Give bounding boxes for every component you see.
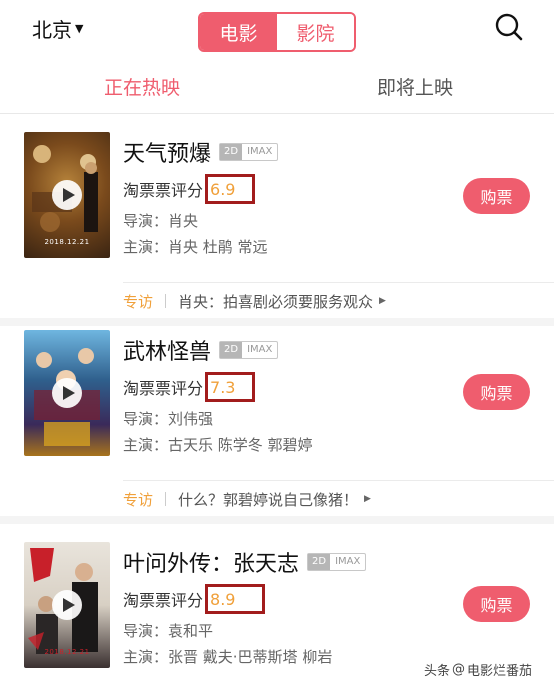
interview-tag: 专访 bbox=[123, 292, 154, 311]
separator bbox=[165, 492, 167, 506]
watermark-at: @ bbox=[452, 662, 466, 677]
watermark-prefix: 头条 bbox=[424, 664, 451, 679]
interview-link[interactable]: 专访 什么？郭碧婷说自己像猪！ ▶ bbox=[123, 486, 543, 512]
cast-names: 古天乐 陈学冬 郭碧婷 bbox=[168, 436, 313, 454]
play-icon[interactable] bbox=[52, 590, 82, 620]
director-name: 袁和平 bbox=[168, 622, 214, 640]
watermark: 头条 @ 电影烂番茄 bbox=[424, 660, 532, 679]
interview-text: 肖央：拍喜剧必须要服务观众 bbox=[178, 292, 374, 311]
buy-ticket-button[interactable]: 购票 bbox=[463, 178, 530, 214]
interview-text: 什么？郭碧婷说自己像猪！ bbox=[178, 490, 359, 509]
format-2d: 2D bbox=[308, 554, 331, 570]
score-label: 淘票票评分 bbox=[123, 379, 204, 398]
cast-row: 主演：肖央 杜鹃 常远 bbox=[123, 236, 268, 257]
director-name: 肖央 bbox=[168, 212, 199, 230]
score-highlight: 7.3 bbox=[205, 372, 256, 402]
play-icon[interactable] bbox=[52, 180, 82, 210]
cast-label: 主演： bbox=[123, 436, 169, 454]
score-highlight: 6.9 bbox=[205, 174, 256, 204]
cast-names: 肖央 杜鹃 常远 bbox=[168, 238, 268, 256]
poster-date: 2018.12.21 bbox=[44, 238, 90, 246]
separator bbox=[165, 294, 167, 308]
search-icon[interactable] bbox=[494, 12, 524, 42]
format-imax: IMAX bbox=[247, 146, 273, 157]
director-row: 导演：刘伟强 bbox=[123, 408, 213, 429]
watermark-name: 电影烂番茄 bbox=[467, 664, 533, 679]
movie-title[interactable]: 叶问外传：张天志 bbox=[123, 546, 299, 578]
director-row: 导演：袁和平 bbox=[123, 620, 213, 641]
director-row: 导演：肖央 bbox=[123, 210, 198, 231]
segment-movies[interactable]: 电影 bbox=[200, 14, 277, 50]
movie-item[interactable]: 2018.12.21 天气预爆 2D IMAX 淘票票评分 6.9 导演： 肖央 … bbox=[0, 132, 554, 272]
play-icon[interactable] bbox=[52, 378, 82, 408]
section-gap bbox=[0, 318, 554, 326]
divider bbox=[123, 282, 554, 283]
director-name: 刘伟强 bbox=[168, 410, 214, 428]
buy-ticket-button[interactable]: 购票 bbox=[463, 374, 530, 410]
movie-title[interactable]: 天气预爆 bbox=[123, 136, 211, 168]
cast-row: 主演：张晋 戴夫·巴蒂斯塔 柳岩 bbox=[123, 646, 332, 667]
format-2d: 2D bbox=[220, 342, 243, 358]
score-label: 淘票票评分 bbox=[123, 181, 204, 200]
interview-tag: 专访 bbox=[123, 490, 154, 509]
format-imax: IMAX bbox=[335, 556, 361, 567]
format-badge: 2D IMAX bbox=[219, 143, 279, 161]
segment-cinemas[interactable]: 影院 bbox=[277, 14, 354, 50]
cast-row: 主演：古天乐 陈学冬 郭碧婷 bbox=[123, 434, 313, 455]
tab-bar: 正在热映 即将上映 bbox=[0, 58, 554, 114]
city-selector[interactable]: 北京 ▼ bbox=[32, 14, 83, 43]
score-value: 6.9 bbox=[210, 179, 236, 199]
cast-label: 主演： bbox=[123, 238, 169, 256]
divider bbox=[123, 480, 554, 481]
segment-control: 电影 影院 bbox=[198, 12, 356, 52]
cast-label: 主演： bbox=[123, 648, 169, 666]
score-value: 8.9 bbox=[210, 589, 236, 609]
score-row: 淘票票评分 8.9 bbox=[123, 584, 266, 614]
tab-coming-soon[interactable]: 即将上映 bbox=[377, 73, 453, 100]
interview-link[interactable]: 专访 肖央：拍喜剧必须要服务观众 ▶ bbox=[123, 288, 543, 314]
movie-poster[interactable]: 2018.12.21 bbox=[24, 542, 110, 668]
section-gap bbox=[0, 516, 554, 524]
arrow-right-icon: ▶ bbox=[364, 494, 371, 504]
poster-date: 2018.12.21 bbox=[44, 648, 90, 656]
score-value: 7.3 bbox=[210, 377, 236, 397]
movie-poster[interactable]: 2018.12.21 bbox=[24, 132, 110, 258]
buy-ticket-button[interactable]: 购票 bbox=[463, 586, 530, 622]
movie-item[interactable]: 武林怪兽 2D IMAX 淘票票评分 7.3 导演：刘伟强 主演：古天乐 陈学冬… bbox=[0, 330, 554, 470]
director-label: 导演： bbox=[123, 212, 169, 230]
tab-now-showing[interactable]: 正在热映 bbox=[104, 73, 180, 100]
score-highlight: 8.9 bbox=[205, 584, 266, 614]
format-badge: 2D IMAX bbox=[307, 553, 367, 571]
cast-names: 张晋 戴夫·巴蒂斯塔 柳岩 bbox=[168, 648, 333, 666]
movie-poster[interactable] bbox=[24, 330, 110, 456]
score-row: 淘票票评分 6.9 bbox=[123, 174, 256, 204]
director-label: 导演： bbox=[123, 622, 169, 640]
city-label: 北京 bbox=[32, 18, 72, 42]
format-imax: IMAX bbox=[247, 344, 273, 355]
format-badge: 2D IMAX bbox=[219, 341, 279, 359]
top-bar: 北京 ▼ 电影 影院 bbox=[0, 0, 554, 58]
score-row: 淘票票评分 7.3 bbox=[123, 372, 256, 402]
format-2d: 2D bbox=[220, 144, 243, 160]
caret-down-icon: ▼ bbox=[75, 22, 84, 35]
director-label: 导演： bbox=[123, 410, 169, 428]
arrow-right-icon: ▶ bbox=[379, 296, 386, 306]
movie-title[interactable]: 武林怪兽 bbox=[123, 334, 211, 366]
score-label: 淘票票评分 bbox=[123, 591, 204, 610]
